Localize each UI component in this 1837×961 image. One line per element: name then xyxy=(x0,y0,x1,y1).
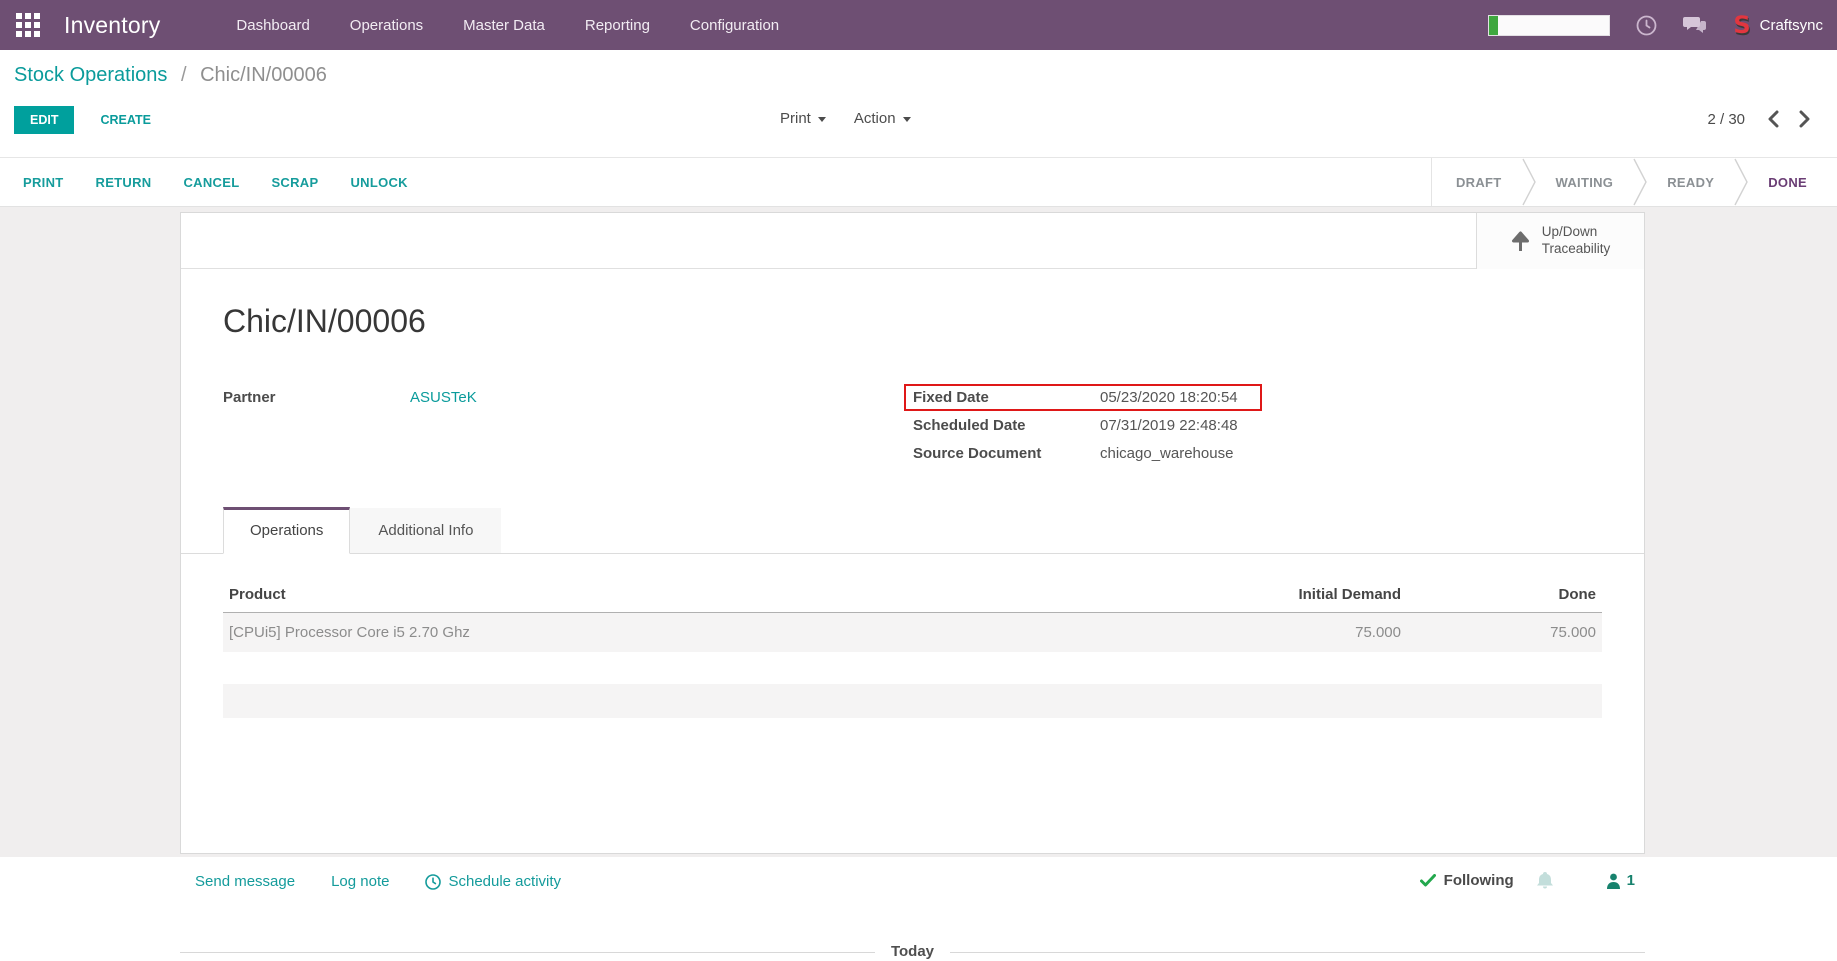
log-note-button[interactable]: Log note xyxy=(331,873,389,890)
menu-master-data[interactable]: Master Data xyxy=(463,17,545,34)
scheduled-date-field: Scheduled Date 07/31/2019 22:48:48 xyxy=(904,412,1262,439)
fixed-date-label: Fixed Date xyxy=(913,389,1100,406)
fixed-date-value: 05/23/2020 18:20:54 xyxy=(1100,389,1238,406)
edit-button[interactable]: EDIT xyxy=(14,106,74,134)
pager-previous-icon[interactable] xyxy=(1767,110,1779,128)
state-chevron-icon xyxy=(1734,158,1748,206)
state-done[interactable]: DONE xyxy=(1748,175,1827,190)
menu-configuration[interactable]: Configuration xyxy=(690,17,779,34)
fixed-date-field: Fixed Date 05/23/2020 18:20:54 xyxy=(904,384,1262,411)
followers-button[interactable]: 1 xyxy=(1606,872,1635,889)
breadcrumb: Stock Operations / Chic/IN/00006 xyxy=(14,64,327,87)
pager-value: 2 / 30 xyxy=(1707,111,1745,128)
form-view-background: Up/Down Traceability Chic/IN/00006 Partn… xyxy=(0,207,1837,857)
column-product: Product xyxy=(229,586,1186,603)
user-icon xyxy=(1606,873,1621,889)
caret-down-icon xyxy=(903,117,911,122)
source-document-value: chicago_warehouse xyxy=(1100,445,1233,462)
form-sheet: Up/Down Traceability Chic/IN/00006 Partn… xyxy=(180,212,1645,854)
button-box: Up/Down Traceability xyxy=(181,213,1644,269)
state-waiting[interactable]: WAITING xyxy=(1536,175,1634,190)
column-initial-demand: Initial Demand xyxy=(1186,586,1401,603)
form-statusbar: PRINT RETURN CANCEL SCRAP UNLOCK DRAFT W… xyxy=(0,157,1837,207)
avatar: S xyxy=(1733,13,1750,37)
state-chevron-icon xyxy=(1522,158,1536,206)
partner-value-link[interactable]: ASUSTeK xyxy=(410,389,477,406)
app-name: Inventory xyxy=(64,12,160,39)
arrow-up-icon xyxy=(1511,231,1530,252)
top-navbar: Inventory Dashboard Operations Master Da… xyxy=(0,0,1837,50)
today-label: Today xyxy=(875,943,950,960)
operations-table: Product Initial Demand Done [CPUi5] Proc… xyxy=(223,580,1602,652)
print-dropdown[interactable]: Print xyxy=(780,110,826,127)
schedule-activity-button[interactable]: Schedule activity xyxy=(425,873,561,890)
table-header: Product Initial Demand Done xyxy=(223,580,1602,613)
tab-operations[interactable]: Operations xyxy=(223,507,350,554)
unlock-button[interactable]: UNLOCK xyxy=(350,175,407,190)
notification-bell-icon[interactable] xyxy=(1536,871,1554,890)
breadcrumb-parent[interactable]: Stock Operations xyxy=(14,64,167,86)
breadcrumb-separator: / xyxy=(181,64,187,86)
following-button[interactable]: Following xyxy=(1420,872,1514,889)
breadcrumb-current: Chic/IN/00006 xyxy=(200,64,327,86)
activity-clock-icon[interactable] xyxy=(1636,15,1657,36)
today-divider: Today xyxy=(180,943,1645,961)
notebook-tabs: Operations Additional Info xyxy=(181,507,1644,554)
cell-done: 75.000 xyxy=(1401,624,1596,641)
control-panel: Stock Operations / Chic/IN/00006 EDIT CR… xyxy=(0,50,1837,157)
cell-initial-demand: 75.000 xyxy=(1186,624,1401,641)
scheduled-date-value: 07/31/2019 22:48:48 xyxy=(1100,417,1238,434)
table-empty-row xyxy=(223,684,1602,718)
print-action-button[interactable]: PRINT xyxy=(23,175,64,190)
cancel-button[interactable]: CANCEL xyxy=(183,175,239,190)
tab-additional-info[interactable]: Additional Info xyxy=(350,508,501,553)
column-done: Done xyxy=(1401,586,1596,603)
main-menu: Dashboard Operations Master Data Reporti… xyxy=(236,17,779,34)
traceability-label: Up/Down Traceability xyxy=(1542,224,1611,258)
messages-chat-icon[interactable] xyxy=(1683,15,1707,35)
source-document-label: Source Document xyxy=(913,445,1100,462)
return-button[interactable]: RETURN xyxy=(96,175,152,190)
state-ready[interactable]: READY xyxy=(1647,175,1734,190)
print-label: Print xyxy=(780,110,811,127)
menu-dashboard[interactable]: Dashboard xyxy=(236,17,309,34)
state-chevron-icon xyxy=(1633,158,1647,206)
clock-icon xyxy=(425,874,441,890)
source-document-field: Source Document chicago_warehouse xyxy=(904,440,1262,467)
follower-count: 1 xyxy=(1627,872,1635,889)
check-icon xyxy=(1420,874,1436,887)
apps-grid-icon[interactable] xyxy=(16,13,40,37)
send-message-button[interactable]: Send message xyxy=(195,873,295,890)
timer-progress-fill xyxy=(1489,16,1498,35)
table-row[interactable]: [CPUi5] Processor Core i5 2.70 Ghz 75.00… xyxy=(223,613,1602,652)
timer-progress-widget[interactable] xyxy=(1488,15,1610,36)
user-menu[interactable]: S Craftsync xyxy=(1733,13,1823,37)
create-button[interactable]: CREATE xyxy=(100,113,150,127)
record-title: Chic/IN/00006 xyxy=(223,303,1644,340)
partner-field: Partner ASUSTeK xyxy=(223,389,477,406)
status-pipeline: DRAFT WAITING READY DONE xyxy=(1431,158,1837,206)
menu-reporting[interactable]: Reporting xyxy=(585,17,650,34)
user-name: Craftsync xyxy=(1760,17,1823,34)
action-label: Action xyxy=(854,110,896,127)
chatter: Send message Log note Schedule activity … xyxy=(0,857,1837,953)
following-label: Following xyxy=(1444,872,1514,889)
action-dropdown[interactable]: Action xyxy=(854,110,911,127)
caret-down-icon xyxy=(818,117,826,122)
scheduled-date-label: Scheduled Date xyxy=(913,417,1100,434)
cell-product: [CPUi5] Processor Core i5 2.70 Ghz xyxy=(229,624,1186,641)
state-draft[interactable]: DRAFT xyxy=(1436,175,1522,190)
menu-operations[interactable]: Operations xyxy=(350,17,423,34)
pager-next-icon[interactable] xyxy=(1799,110,1811,128)
traceability-button[interactable]: Up/Down Traceability xyxy=(1476,213,1644,269)
scrap-button[interactable]: SCRAP xyxy=(271,175,318,190)
partner-label: Partner xyxy=(223,389,410,406)
